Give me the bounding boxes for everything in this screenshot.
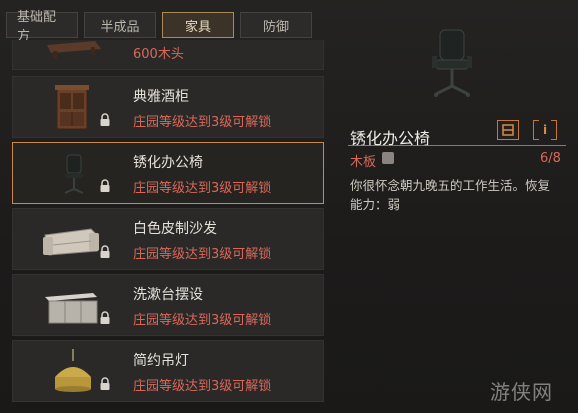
lock-icon xyxy=(100,311,110,324)
item-requirement: 庄园等级达到3级可解锁 xyxy=(133,313,272,328)
lock-icon xyxy=(100,113,110,126)
item-name: 洗漱台摆设 xyxy=(133,287,203,303)
lock-icon xyxy=(100,245,110,258)
office-chair-preview-icon xyxy=(432,29,472,97)
office-chair-icon xyxy=(64,154,84,194)
table-icon xyxy=(47,41,101,59)
tab-furniture[interactable]: 家具 xyxy=(162,12,234,38)
material-count: 6/8 xyxy=(540,151,561,166)
tab-semi-finished[interactable]: 半成品 xyxy=(84,12,156,38)
item-requirement: 庄园等级达到3级可解锁 xyxy=(133,115,272,130)
item-name: 简约吊灯 xyxy=(133,353,189,369)
info-icon[interactable]: i xyxy=(533,120,557,140)
wine-cabinet-icon xyxy=(55,85,89,130)
list-item-pendant-lamp[interactable]: 简约吊灯 庄园等级达到3级可解锁 xyxy=(12,340,324,402)
list-item[interactable]: 600木头 xyxy=(12,40,324,70)
tab-defense[interactable]: 防御 xyxy=(240,12,312,38)
plank-icon xyxy=(382,152,394,164)
item-requirement: 庄园等级达到3级可解锁 xyxy=(133,247,272,262)
crafting-screen: 基础配方 半成品 家具 防御 600木头 典雅酒柜 庄园等级达到3级可解锁 锈化… xyxy=(0,0,578,413)
recipe-list[interactable]: 600木头 典雅酒柜 庄园等级达到3级可解锁 锈化办公椅 庄园等级达到3级可解锁… xyxy=(8,40,326,413)
list-item-washstand[interactable]: 洗漱台摆设 庄园等级达到3级可解锁 xyxy=(12,274,324,336)
lock-icon xyxy=(100,377,110,390)
list-item-sofa[interactable]: 白色皮制沙发 庄园等级达到3级可解锁 xyxy=(12,208,324,270)
lock-icon xyxy=(100,179,110,192)
category-tabs: 基础配方 半成品 家具 防御 xyxy=(6,10,312,44)
divider xyxy=(348,145,566,146)
item-name: 白色皮制沙发 xyxy=(133,221,217,237)
list-item-office-chair[interactable]: 锈化办公椅 庄园等级达到3级可解锁 xyxy=(12,142,324,204)
item-requirement: 600木头 xyxy=(133,47,184,62)
sofa-icon xyxy=(43,228,99,256)
item-description: 你很怀念朝九晚五的工作生活。恢复能力：弱 xyxy=(350,178,551,212)
tab-basic-recipes[interactable]: 基础配方 xyxy=(6,10,78,44)
info-glyph: i xyxy=(542,123,548,137)
build-icon[interactable] xyxy=(497,120,519,140)
item-name: 典雅酒柜 xyxy=(133,89,189,105)
watermark-logo: 游侠网 xyxy=(490,380,553,404)
item-requirement: 庄园等级达到3级可解锁 xyxy=(133,181,272,196)
list-item-wine-cabinet[interactable]: 典雅酒柜 庄园等级达到3级可解锁 xyxy=(12,76,324,138)
washstand-icon xyxy=(45,293,98,324)
material-name: 木板 xyxy=(350,155,377,170)
item-name: 锈化办公椅 xyxy=(133,155,203,171)
detail-actions: i xyxy=(497,120,557,140)
pendant-lamp-icon xyxy=(55,349,91,392)
item-requirement: 庄园等级达到3级可解锁 xyxy=(133,379,272,394)
